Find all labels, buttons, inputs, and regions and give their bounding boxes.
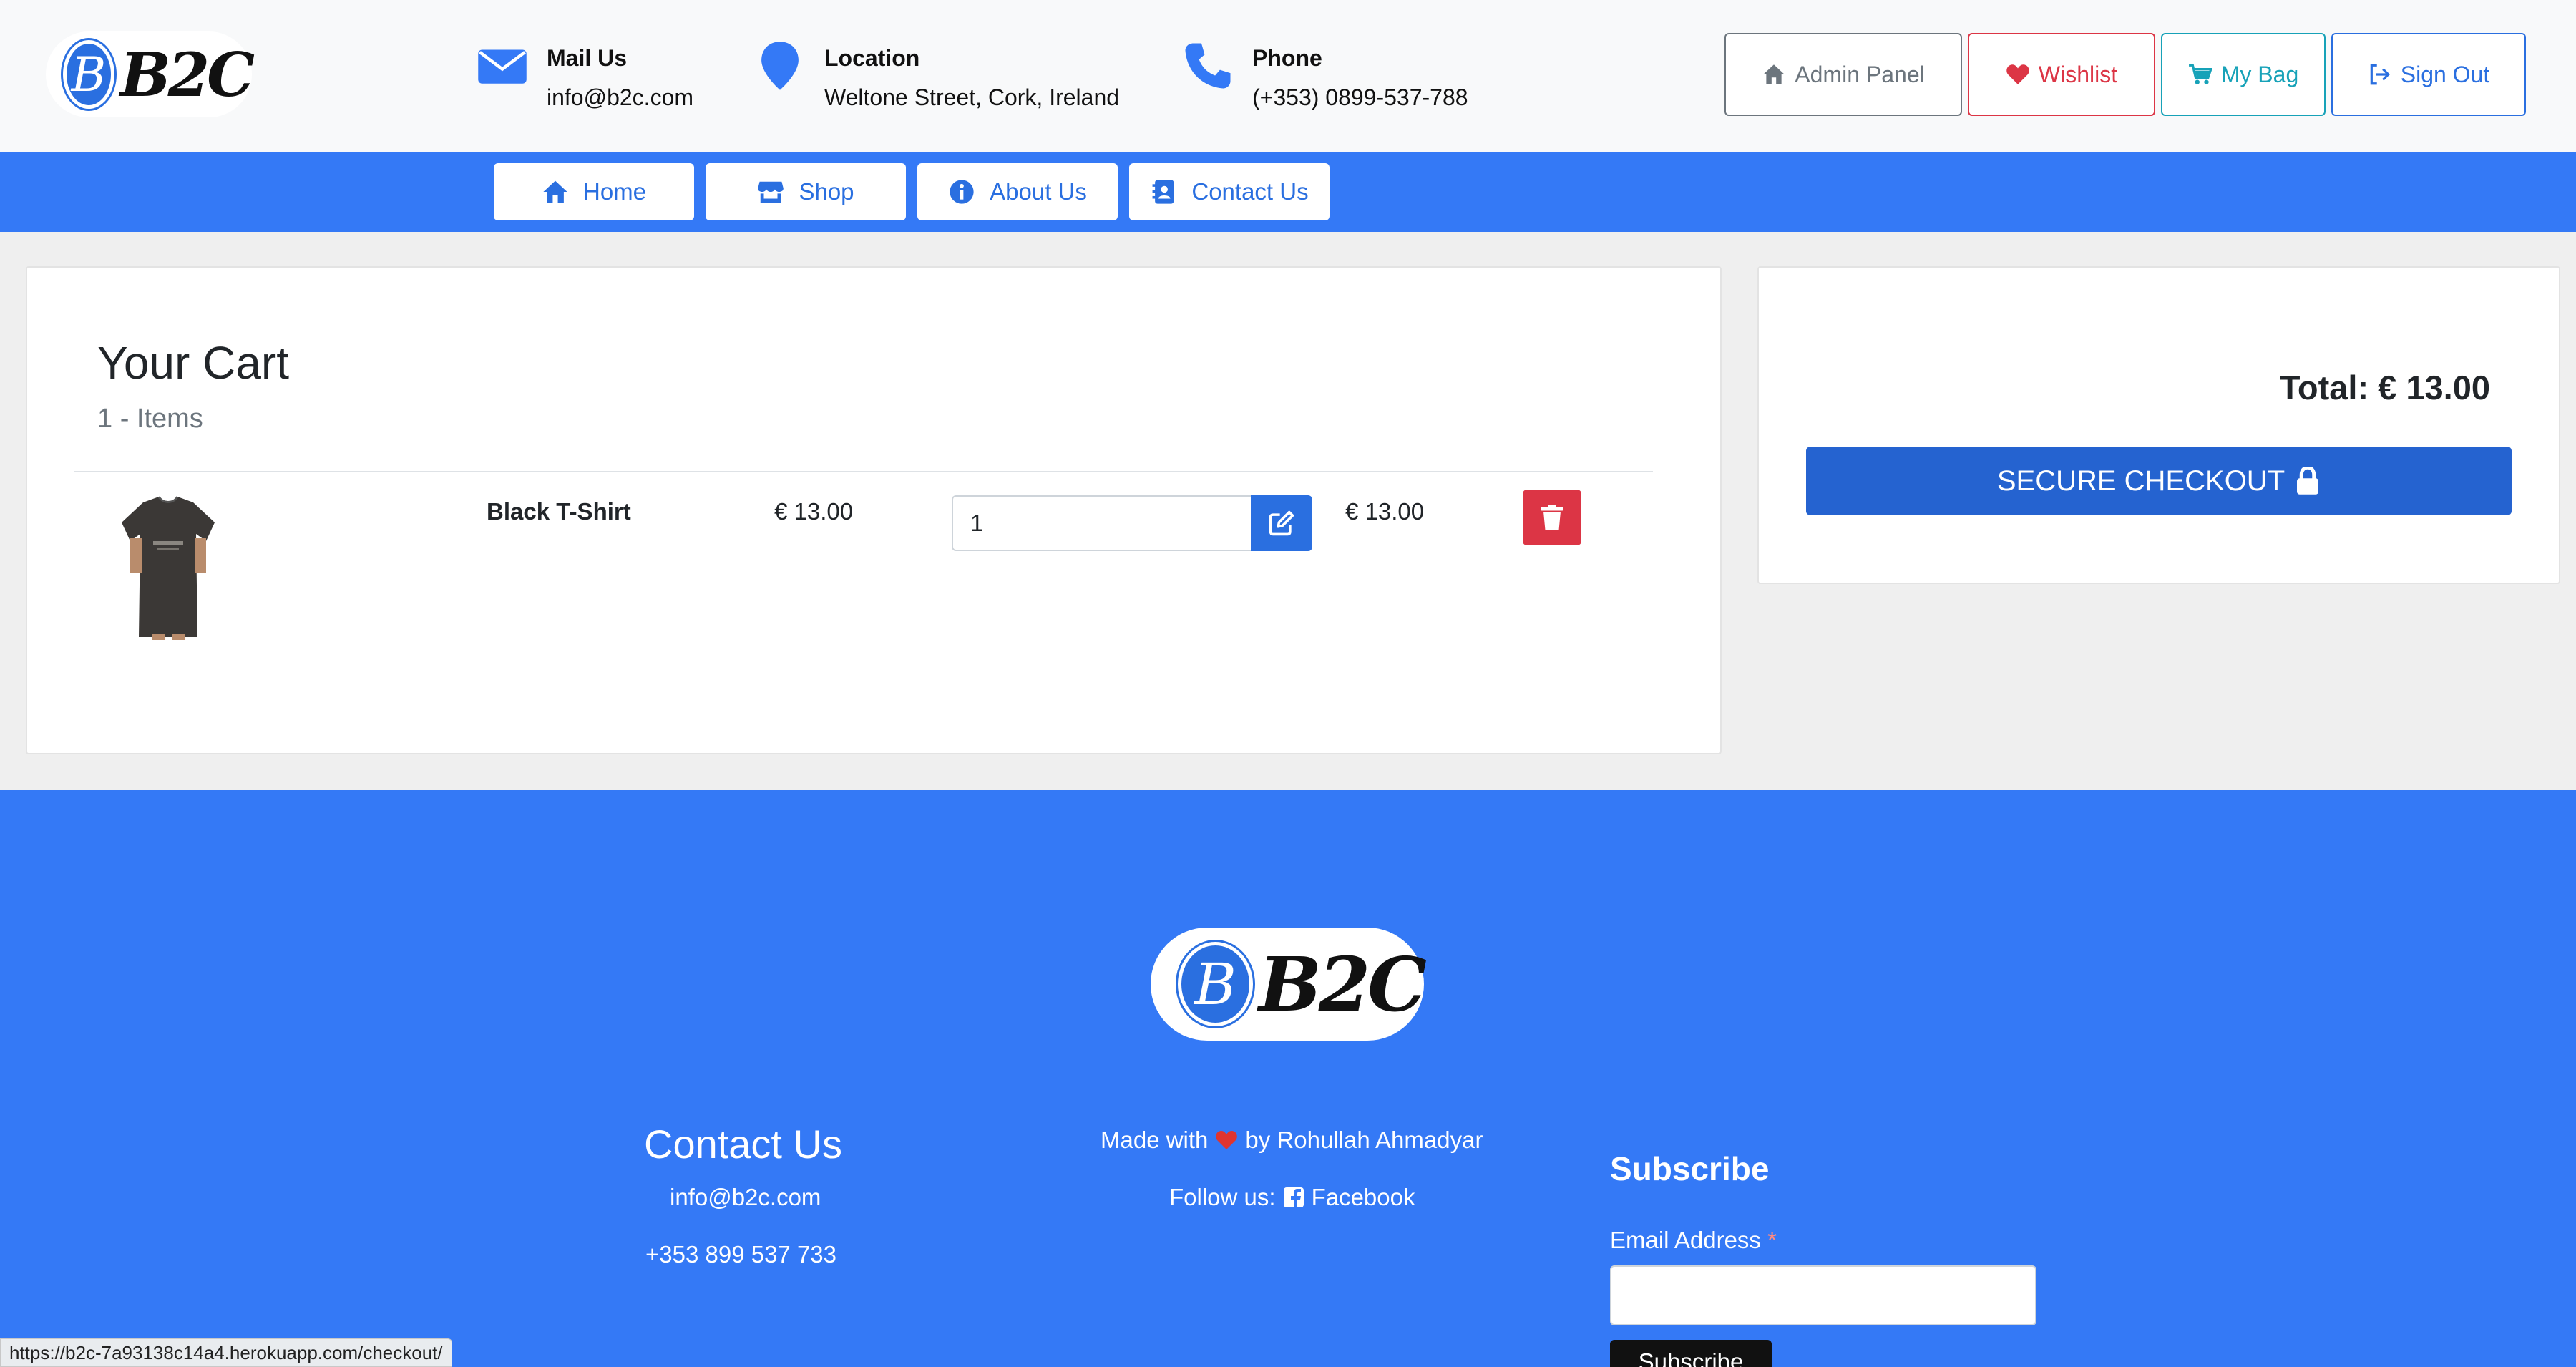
cart-divider <box>74 471 1653 472</box>
location-value: Weltone Street, Cork, Ireland <box>824 84 1120 110</box>
trash-icon <box>1541 505 1563 530</box>
header-location: Location Weltone Street, Cork, Ireland <box>754 40 1119 119</box>
facebook-link[interactable]: Facebook <box>1312 1184 1415 1211</box>
phone-label: Phone <box>1252 45 1322 71</box>
house-icon <box>543 180 567 203</box>
made-with-line: Made with by Rohullah Ahmadyar <box>1101 1127 1483 1154</box>
product-name[interactable]: Black T-Shirt <box>487 498 631 525</box>
sign-out-label: Sign Out <box>2400 61 2490 87</box>
email-address-label: Email Address * <box>1610 1227 1777 1254</box>
my-bag-label: My Bag <box>2220 61 2299 87</box>
admin-panel-button[interactable]: Admin Panel <box>1724 33 1962 116</box>
shopping-cart-icon <box>2188 64 2212 84</box>
subscribe-title: Subscribe <box>1610 1150 1770 1187</box>
update-quantity-button[interactable] <box>1251 495 1312 551</box>
line-total: € 13.00 <box>1345 498 1425 525</box>
heart-icon <box>1216 1131 1238 1149</box>
cart-item-count: 1 - Items <box>97 404 203 434</box>
follow-us-prefix: Follow us: <box>1169 1184 1276 1210</box>
nav-shop[interactable]: Shop <box>706 163 906 220</box>
nav-about-label: About Us <box>990 178 1087 205</box>
edit-icon <box>1269 510 1294 536</box>
footer-contact-title: Contact Us <box>644 1122 842 1167</box>
status-bar-url: https://b2c-7a93138c14a4.herokuapp.com/c… <box>0 1338 452 1367</box>
nav-shop-label: Shop <box>799 178 854 205</box>
envelope-icon <box>478 49 527 84</box>
address-book-icon <box>1152 180 1174 204</box>
location-label: Location <box>824 45 920 71</box>
mail-label: Mail Us <box>547 45 628 71</box>
logo-text: B2C <box>119 39 255 110</box>
footer-logo-text: B2C <box>1258 940 1427 1028</box>
header-mail: Mail Us info@b2c.com <box>477 40 693 119</box>
made-with-author: by Rohullah Ahmadyar <box>1245 1127 1483 1153</box>
subscribe-button[interactable]: Subscribe <box>1610 1340 1772 1367</box>
subscribe-email-input[interactable] <box>1610 1265 2036 1325</box>
made-with-prefix: Made with <box>1101 1127 1209 1153</box>
email-label-text: Email Address <box>1610 1227 1761 1253</box>
footer-logo-circle: B <box>1178 942 1253 1026</box>
quantity-input[interactable] <box>952 495 1252 551</box>
wishlist-label: Wishlist <box>2038 61 2118 87</box>
nav-contact[interactable]: Contact Us <box>1129 163 1330 220</box>
black-t-shirt-image[interactable] <box>114 494 222 640</box>
footer-contact-phone: +353 899 537 733 <box>645 1241 837 1268</box>
secure-checkout-button[interactable]: SECURE CHECKOUT <box>1806 447 2512 515</box>
nav-about[interactable]: About Us <box>917 163 1118 220</box>
my-bag-button[interactable]: My Bag <box>2161 33 2326 116</box>
info-circle-icon <box>950 180 974 204</box>
top-header: B B2C Mail Us info@b2c.com Location Welt… <box>0 0 2576 152</box>
remove-item-button[interactable] <box>1523 490 1581 545</box>
sign-out-icon <box>2370 64 2390 85</box>
order-total: Total: € 13.00 <box>2279 369 2490 407</box>
admin-panel-label: Admin Panel <box>1795 61 1925 87</box>
store-icon <box>758 181 784 203</box>
wishlist-button[interactable]: Wishlist <box>1968 33 2155 116</box>
footer-contact-email[interactable]: info@b2c.com <box>670 1184 821 1211</box>
site-footer <box>0 790 2576 1367</box>
sign-out-button[interactable]: Sign Out <box>2331 33 2526 116</box>
nav-home-label: Home <box>582 178 647 205</box>
phone-icon <box>1185 43 1231 89</box>
main-nav: Home Shop About Us Contact Us <box>0 152 2576 232</box>
nav-home[interactable]: Home <box>494 163 694 220</box>
logo-circle: B <box>63 40 114 109</box>
map-pin-icon <box>761 42 799 90</box>
footer-logo[interactable]: B B2C <box>1151 928 1427 1041</box>
order-summary-card <box>1757 266 2560 584</box>
header-phone: Phone (+353) 0899-537-788 <box>1182 40 1468 119</box>
house-icon <box>1763 64 1785 84</box>
heart-icon <box>2006 64 2029 84</box>
product-price: € 13.00 <box>774 498 854 525</box>
lock-icon <box>2297 467 2319 495</box>
nav-contact-label: Contact Us <box>1191 178 1309 205</box>
follow-us-line: Follow us: Facebook <box>1169 1184 1415 1211</box>
mail-value: info@b2c.com <box>547 84 694 110</box>
phone-value: (+353) 0899-537-788 <box>1252 84 1468 110</box>
brand-logo[interactable]: B B2C <box>46 31 255 117</box>
required-asterisk: * <box>1767 1227 1777 1253</box>
facebook-icon <box>1283 1187 1304 1207</box>
checkout-label: SECURE CHECKOUT <box>1996 464 2285 497</box>
cart-title: Your Cart <box>97 337 289 389</box>
